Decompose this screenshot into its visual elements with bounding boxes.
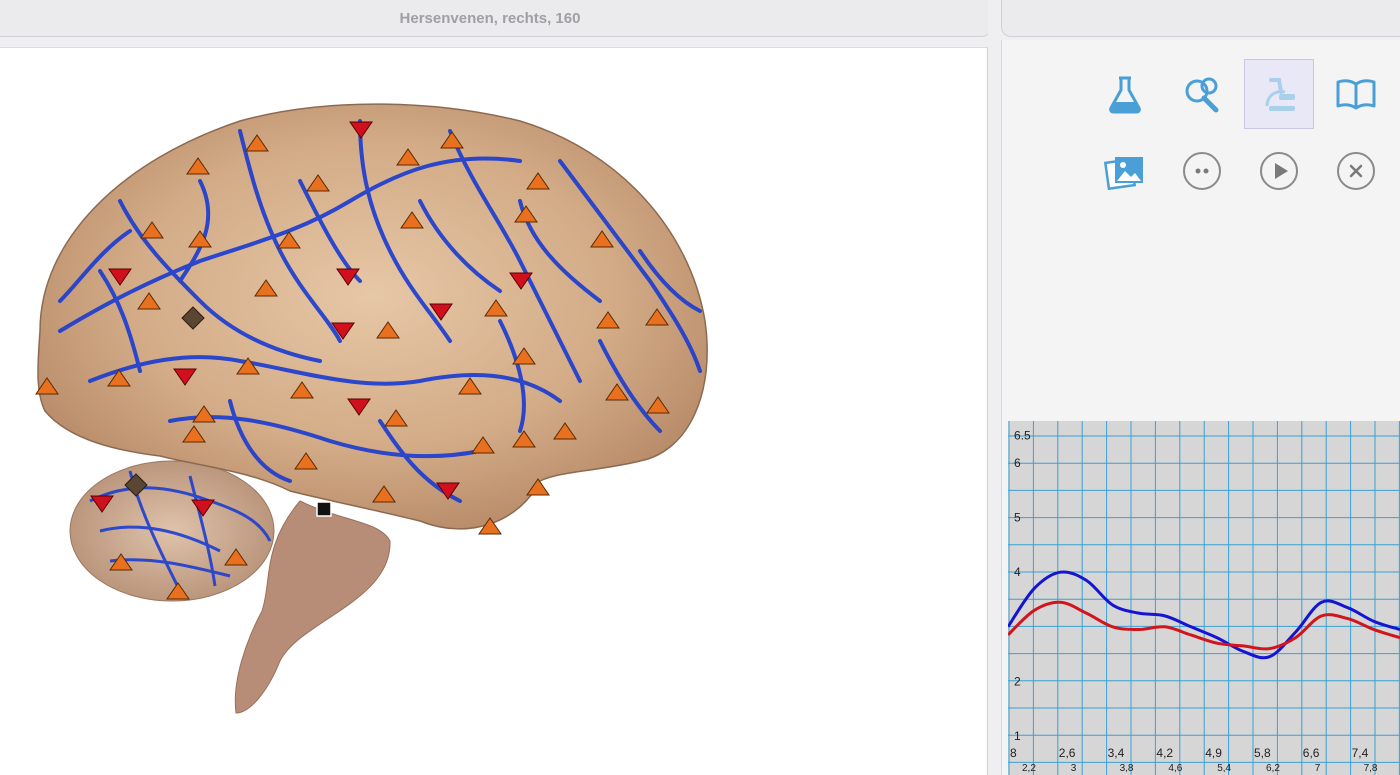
x-tick-label: 8 [1010, 746, 1017, 760]
x-tick-label: 7,4 [1352, 746, 1369, 760]
microscope-icon [1265, 78, 1295, 111]
chart-svg: 6.56542182,63,44,24,95,86,67,48,22,233,8… [1008, 421, 1400, 775]
x-tick-label-secondary: 3 [1071, 763, 1077, 774]
more-icon [1183, 152, 1221, 190]
x-tick-label: 4,9 [1205, 746, 1222, 760]
y-tick-label: 1 [1014, 729, 1021, 743]
book-button[interactable] [1321, 59, 1391, 129]
x-tick-label: 4,2 [1156, 746, 1173, 760]
book-icon [1336, 79, 1376, 110]
y-tick-label: 2 [1014, 674, 1021, 688]
play-icon [1260, 152, 1298, 190]
y-tick-label: 4 [1014, 565, 1021, 579]
play-button[interactable] [1244, 136, 1314, 206]
more-button[interactable] [1167, 136, 1237, 206]
x-tick-label-secondary: 4,6 [1168, 763, 1182, 774]
x-tick-label: 5,8 [1254, 746, 1271, 760]
viewer-title: Hersenvenen, rechts, 160 [399, 10, 581, 27]
magnifier-button[interactable] [1167, 59, 1237, 129]
y-tick-label: 6 [1014, 456, 1021, 470]
images-icon [1103, 157, 1143, 191]
flask-button[interactable] [1090, 59, 1160, 129]
magnifier-icon [1185, 77, 1219, 113]
x-tick-label: 3,4 [1108, 746, 1125, 760]
x-tick-label-secondary: 5,4 [1217, 763, 1231, 774]
close-button[interactable] [1321, 136, 1391, 206]
x-tick-label: 2,6 [1059, 746, 1076, 760]
side-title-bar [1001, 0, 1400, 37]
microscope-button[interactable] [1244, 59, 1314, 129]
x-tick-label: 6,6 [1303, 746, 1320, 760]
x-tick-label-secondary: 3,8 [1120, 763, 1134, 774]
flask-icon [1109, 76, 1141, 114]
viewer-title-bar: Hersenvenen, rechts, 160 [0, 0, 992, 37]
waveform-chart: 6.56542182,63,44,24,95,86,67,48,22,233,8… [1008, 421, 1400, 775]
x-tick-label-secondary: 6,2 [1266, 763, 1280, 774]
brain-canvas[interactable] [0, 47, 988, 775]
x-tick-label-secondary: 7,8 [1364, 763, 1378, 774]
x-tick-label-secondary: 7 [1315, 763, 1321, 774]
x-tick-label-secondary: 2,2 [1022, 763, 1036, 774]
y-tick-label: 6.5 [1014, 429, 1031, 443]
y-tick-label: 5 [1014, 511, 1021, 525]
images-button[interactable] [1090, 136, 1160, 206]
panel-splitter[interactable] [988, 0, 1000, 775]
brain-illustration[interactable] [0, 48, 988, 775]
close-icon [1337, 152, 1375, 190]
